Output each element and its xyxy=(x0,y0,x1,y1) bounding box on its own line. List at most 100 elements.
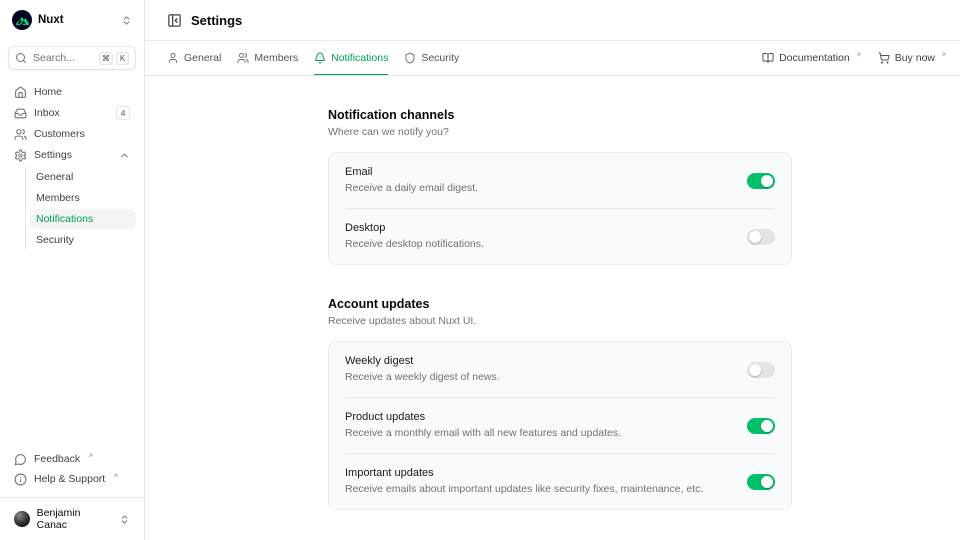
setting-description: Receive a daily email digest. xyxy=(345,182,735,195)
setting-label: Desktop xyxy=(345,222,735,235)
link-label: Documentation xyxy=(779,52,850,64)
section-title: Account updates xyxy=(328,297,792,311)
settings-subnav: General Members Notifications Security xyxy=(25,167,136,250)
message-circle-icon xyxy=(14,453,27,466)
external-link-icon xyxy=(87,452,94,459)
weekly-digest-toggle[interactable] xyxy=(747,362,775,378)
page-title: Settings xyxy=(191,13,242,28)
setting-description: Receive a weekly digest of news. xyxy=(345,371,735,384)
sidebar: Nuxt Search... ⌘ K Home Inbox xyxy=(0,0,145,540)
user-name: Benjamin Canac xyxy=(37,507,112,531)
external-link-icon xyxy=(855,51,862,58)
setting-row-weekly-digest: Weekly digest Receive a weekly digest of… xyxy=(329,342,791,397)
toggle-knob xyxy=(749,231,761,243)
external-link-icon xyxy=(112,472,119,479)
sidebar-subitem-label: Members xyxy=(36,192,80,204)
search-shortcut: ⌘ K xyxy=(99,52,129,65)
info-icon xyxy=(14,473,27,486)
tab-label: General xyxy=(184,52,221,64)
content-area: Notification channels Where can we notif… xyxy=(145,76,960,540)
inbox-icon xyxy=(14,107,27,120)
nuxt-logo-icon xyxy=(12,10,32,30)
tab-label: Members xyxy=(254,52,298,64)
setting-label: Weekly digest xyxy=(345,355,735,368)
settings-card: Weekly digest Receive a weekly digest of… xyxy=(328,341,792,510)
sidebar-item-home[interactable]: Home xyxy=(8,82,136,102)
tab-general[interactable]: General xyxy=(167,41,221,75)
setting-label: Email xyxy=(345,166,735,179)
product-updates-toggle[interactable] xyxy=(747,418,775,434)
section-account-updates: Account updates Receive updates about Nu… xyxy=(328,297,792,510)
house-icon xyxy=(14,86,27,99)
sidebar-collapse-button[interactable] xyxy=(167,13,182,28)
user-icon xyxy=(167,52,179,64)
sidebar-item-label: Customers xyxy=(34,128,85,140)
setting-description: Receive emails about important updates l… xyxy=(345,483,735,496)
users-icon xyxy=(237,52,249,64)
app-window: Nuxt Search... ⌘ K Home Inbox xyxy=(0,0,960,540)
tab-members[interactable]: Members xyxy=(237,41,298,75)
sidebar-item-label: Home xyxy=(34,86,62,98)
sidebar-subitem-label: Notifications xyxy=(36,213,93,225)
search-input[interactable]: Search... ⌘ K xyxy=(8,46,136,70)
gear-icon xyxy=(14,149,27,162)
cart-icon xyxy=(878,52,890,64)
sidebar-subitem-label: General xyxy=(36,171,73,183)
settings-card: Email Receive a daily email digest. Desk… xyxy=(328,152,792,265)
panel-left-close-icon xyxy=(167,13,182,28)
link-label: Buy now xyxy=(895,52,935,64)
users-icon xyxy=(14,128,27,141)
bell-icon xyxy=(314,52,326,64)
toolbar: General Members Notifications Security xyxy=(145,41,960,76)
sidebar-spacer xyxy=(0,250,144,449)
avatar xyxy=(14,511,30,527)
sidebar-item-security[interactable]: Security xyxy=(30,230,136,250)
tab-label: Security xyxy=(421,52,459,64)
sidebar-divider xyxy=(0,497,144,498)
desktop-toggle[interactable] xyxy=(747,229,775,245)
sidebar-item-help-support[interactable]: Help & Support xyxy=(8,469,136,489)
kbd-k: K xyxy=(116,52,129,65)
sidebar-item-settings[interactable]: Settings xyxy=(8,145,136,165)
setting-row-important-updates: Important updates Receive emails about i… xyxy=(329,454,791,509)
sidebar-item-members[interactable]: Members xyxy=(30,188,136,208)
toggle-knob xyxy=(761,476,773,488)
setting-row-desktop: Desktop Receive desktop notifications. xyxy=(329,209,791,264)
sidebar-item-inbox[interactable]: Inbox 4 xyxy=(8,103,136,123)
team-switcher[interactable]: Nuxt xyxy=(8,8,136,32)
section-title: Notification channels xyxy=(328,108,792,122)
tab-notifications[interactable]: Notifications xyxy=(314,41,388,75)
sidebar-item-feedback[interactable]: Feedback xyxy=(8,449,136,469)
email-toggle[interactable] xyxy=(747,173,775,189)
setting-description: Receive desktop notifications. xyxy=(345,238,735,251)
user-menu-button[interactable]: Benjamin Canac xyxy=(8,505,136,533)
section-description: Receive updates about Nuxt UI. xyxy=(328,315,792,327)
setting-label: Important updates xyxy=(345,467,735,480)
setting-row-product-updates: Product updates Receive a monthly email … xyxy=(329,398,791,453)
sidebar-item-label: Inbox xyxy=(34,107,60,119)
tab-label: Notifications xyxy=(331,52,388,64)
header-links: Documentation Buy now xyxy=(762,52,947,64)
search-icon xyxy=(15,52,27,64)
sidebar-item-label: Settings xyxy=(34,149,72,161)
inbox-count-badge: 4 xyxy=(116,106,130,121)
search-placeholder: Search... xyxy=(33,52,75,64)
section-description: Where can we notify you? xyxy=(328,126,792,138)
sidebar-item-customers[interactable]: Customers xyxy=(8,124,136,144)
sidebar-item-general[interactable]: General xyxy=(30,167,136,187)
toggle-knob xyxy=(761,175,773,187)
settings-tabs: General Members Notifications Security xyxy=(167,41,459,75)
chevrons-up-down-icon xyxy=(119,514,130,525)
sidebar-item-notifications[interactable]: Notifications xyxy=(30,209,136,229)
kbd-cmd: ⌘ xyxy=(99,52,113,65)
sidebar-subitem-label: Security xyxy=(36,234,74,246)
sidebar-item-label: Help & Support xyxy=(34,473,105,485)
team-name: Nuxt xyxy=(38,14,64,26)
documentation-link[interactable]: Documentation xyxy=(762,52,862,64)
tab-security[interactable]: Security xyxy=(404,41,459,75)
toggle-knob xyxy=(749,364,761,376)
buy-now-link[interactable]: Buy now xyxy=(878,52,947,64)
important-updates-toggle[interactable] xyxy=(747,474,775,490)
sidebar-nav: Home Inbox 4 Customers Settings Ge xyxy=(8,82,136,250)
section-notification-channels: Notification channels Where can we notif… xyxy=(328,108,792,265)
